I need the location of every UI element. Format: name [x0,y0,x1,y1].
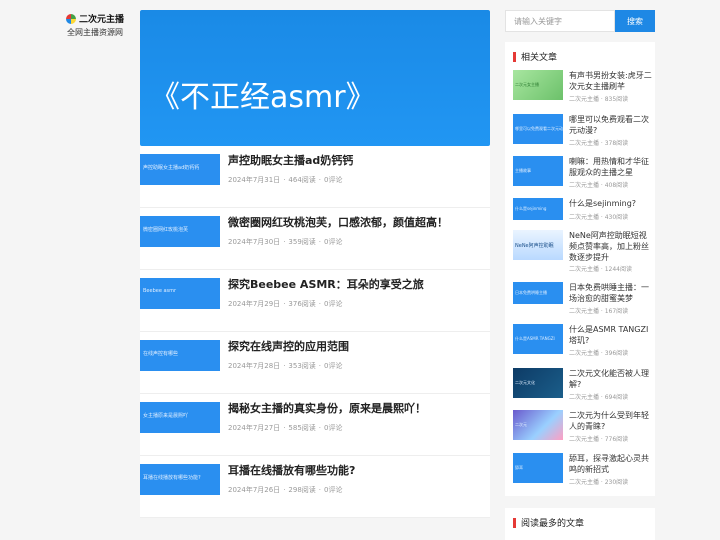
related-meta: 二次元主播 · 167阅读 [569,308,629,315]
related-title[interactable]: 什么是ASMR TANGZI塔玑? [569,324,653,346]
related-articles-widget: 相关文章 二次元女主播 有声书男扮女装:虎牙二次元女主播刷芊 二次元主播 · 8… [505,42,655,496]
post-reads: 359阅读 [288,238,316,246]
related-thumbnail[interactable]: 二次元女主播 [513,70,563,100]
related-thumbnail[interactable]: 什么是ASMR TANGZI [513,324,563,354]
post-title[interactable]: 微密圈网红玫桃泡芙，口感浓郁，颜值超高！ [228,214,448,230]
related-meta: 二次元主播 · 430阅读 [569,214,629,221]
post-item[interactable]: 在线声控有哪些 探究在线声控的应用范围 2024年7月28日 · 353阅读 · 0评论 [140,332,490,394]
post-comments: 0评论 [324,424,343,432]
heading-accent-bar [513,51,516,62]
post-date: 2024年7月28日 [228,362,281,370]
widget-heading: 阅读最多的文章 [505,508,655,537]
search-button[interactable]: 搜索 [615,10,655,32]
widget-heading-text: 相关文章 [521,53,558,63]
related-title[interactable]: 什么是sejinming? [569,198,653,209]
post-item[interactable]: Beebee asmr 探究Beebee ASMR：耳朵的享受之旅 2024年7… [140,270,490,332]
post-comments: 0评论 [324,238,343,246]
logo-subtitle: 全网主播资源网 [67,28,123,37]
post-title[interactable]: 声控助眠女主播ad奶钙钙 [228,152,353,168]
related-thumbnail[interactable]: 二次元 [513,410,563,440]
related-title[interactable]: 舔耳，探寻激起心灵共鸣的新招式 [569,453,653,475]
site-logo[interactable]: 二次元主播 全网主播资源网 [60,12,130,38]
post-reads: 353阅读 [288,362,316,370]
post-item[interactable]: 微密圈网红玫桃泡芙 微密圈网红玫桃泡芙，口感浓郁，颜值超高！ 2024年7月30… [140,208,490,270]
post-title[interactable]: 揭秘女主播的真实身份，原来是晨熙吖！ [228,400,426,416]
post-thumbnail[interactable]: 在线声控有哪些 [140,340,220,371]
post-comments: 0评论 [324,362,343,370]
main-content: 《不正经asmr》 声控助眠女主播ad奶钙钙 声控助眠女主播ad奶钙钙 2024… [140,10,490,518]
post-date: 2024年7月26日 [228,486,281,494]
related-title[interactable]: NeNe阿声控助眠短视频点赞率高，加上粉丝数逐步提升 [569,230,653,263]
related-thumbnail[interactable]: 舔耳 [513,453,563,483]
related-meta: 二次元主播 · 396阅读 [569,350,629,357]
post-reads: 464阅读 [288,176,316,184]
post-item[interactable]: 声控助眠女主播ad奶钙钙 声控助眠女主播ad奶钙钙 2024年7月31日 · 464… [140,146,490,208]
post-date: 2024年7月31日 [228,176,281,184]
related-title[interactable]: 日本免费哄睡主播：一场治愈的甜蜜美梦 [569,282,653,304]
hero-banner[interactable]: 《不正经asmr》 [140,10,490,146]
post-title[interactable]: 探究在线声控的应用范围 [228,338,349,354]
related-title[interactable]: 喇嘛：用热情和才华征服观众的主播之星 [569,156,653,178]
related-meta: 二次元主播 · 378阅读 [569,140,629,147]
related-title[interactable]: 有声书男扮女装:虎牙二次元女主播刷芊 [569,70,653,92]
post-date: 2024年7月30日 [228,238,281,246]
post-comments: 0评论 [324,486,343,494]
post-comments: 0评论 [324,300,343,308]
post-item[interactable]: 耳播在线播放有哪些功能? 耳播在线播放有哪些功能? 2024年7月26日 · 298… [140,456,490,518]
post-meta: 2024年7月28日 · 353阅读 · 0评论 [228,362,343,370]
related-title[interactable]: 二次元为什么受到年轻人的青睐? [569,410,653,432]
post-reads: 585阅读 [288,424,316,432]
post-reads: 298阅读 [288,486,316,494]
logo-icon [65,13,76,24]
post-meta: 2024年7月30日 · 359阅读 · 0评论 [228,238,343,246]
heading-accent-bar [513,517,516,528]
related-thumbnail[interactable]: NeNe阿声控助眠 [513,230,563,260]
post-date: 2024年7月29日 [228,300,281,308]
search-form: 搜索 [505,10,655,32]
post-item[interactable]: 女主播原来是晨熙吖 揭秘女主播的真实身份，原来是晨熙吖！ 2024年7月27日 ·… [140,394,490,456]
post-title[interactable]: 耳播在线播放有哪些功能? [228,462,355,478]
related-thumbnail[interactable]: 哪里可以免费观看二次元动漫 [513,114,563,144]
post-meta: 2024年7月26日 · 298阅读 · 0评论 [228,486,343,494]
widget-heading-text: 阅读最多的文章 [521,519,585,529]
post-thumbnail[interactable]: 声控助眠女主播ad奶钙钙 [140,154,220,185]
post-reads: 376阅读 [288,300,316,308]
related-meta: 二次元主播 · 230阅读 [569,479,629,486]
post-thumbnail[interactable]: 微密圈网红玫桃泡芙 [140,216,220,247]
related-thumbnail[interactable]: 主播故事 [513,156,563,186]
popular-articles-widget: 阅读最多的文章 [505,508,655,540]
post-thumbnail[interactable]: 女主播原来是晨熙吖 [140,402,220,433]
hero-text: 《不正经asmr》 [150,80,376,115]
related-meta: 二次元主播 · 694阅读 [569,394,629,401]
related-meta: 二次元主播 · 1244阅读 [569,266,632,273]
logo-title: 二次元主播 [78,15,124,25]
related-thumbnail[interactable]: 日本免费哄睡主播 [513,282,563,304]
related-meta: 二次元主播 · 776阅读 [569,436,629,443]
related-title[interactable]: 二次元文化能否被人理解? [569,368,653,390]
post-thumbnail[interactable]: Beebee asmr [140,278,220,309]
post-meta: 2024年7月31日 · 464阅读 · 0评论 [228,176,343,184]
post-title[interactable]: 探究Beebee ASMR：耳朵的享受之旅 [228,276,424,292]
post-thumbnail[interactable]: 耳播在线播放有哪些功能? [140,464,220,495]
related-meta: 二次元主播 · 408阅读 [569,182,629,189]
post-comments: 0评论 [324,176,343,184]
post-meta: 2024年7月27日 · 585阅读 · 0评论 [228,424,343,432]
post-meta: 2024年7月29日 · 376阅读 · 0评论 [228,300,343,308]
related-thumbnail[interactable]: 二次元文化 [513,368,563,398]
related-thumbnail[interactable]: 什么是sejinming [513,198,563,220]
widget-heading: 相关文章 [505,42,655,71]
related-title[interactable]: 哪里可以免费观看二次元动漫? [569,114,653,136]
related-meta: 二次元主播 · 835阅读 [569,96,629,103]
post-date: 2024年7月27日 [228,424,281,432]
search-input[interactable] [505,10,615,32]
